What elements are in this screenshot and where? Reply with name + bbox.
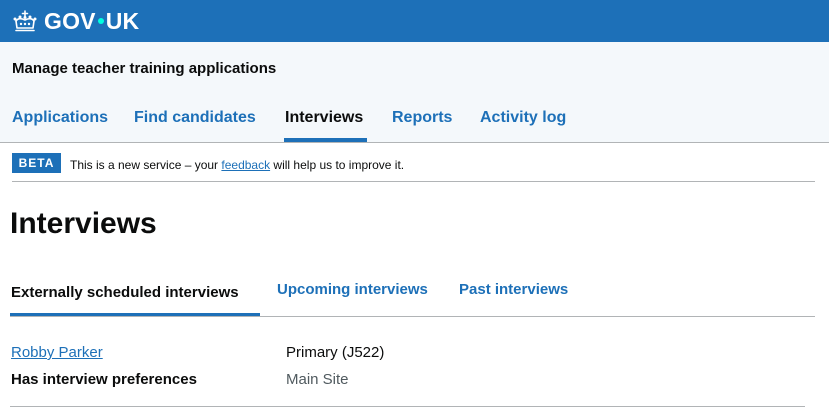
service-navigation: Manage teacher training applications App…: [0, 42, 829, 143]
subtab-divider: [10, 316, 815, 317]
govuk-logo[interactable]: GOV UK: [44, 7, 139, 35]
nav-item-find-candidates[interactable]: Find candidates: [134, 108, 256, 128]
crown-icon[interactable]: [12, 9, 38, 33]
nav-active-indicator: [284, 138, 367, 142]
feedback-link[interactable]: feedback: [221, 158, 270, 172]
nav-item-reports[interactable]: Reports: [392, 108, 452, 128]
tab-past-interviews[interactable]: Past interviews: [459, 280, 568, 300]
course-name: Primary (J522): [286, 344, 385, 361]
beta-tag: BETA: [12, 153, 61, 173]
nav-item-applications[interactable]: Applications: [12, 108, 108, 128]
row-divider: [10, 406, 805, 407]
page-title: Interviews: [10, 207, 157, 240]
service-name: Manage teacher training applications: [12, 60, 277, 77]
govuk-header: GOV UK: [0, 0, 829, 42]
tab-externally-scheduled-interviews[interactable]: Externally scheduled interviews: [11, 283, 239, 303]
beta-text-before: This is a new service – your: [70, 158, 222, 172]
beta-divider: [12, 181, 815, 182]
tab-upcoming-interviews[interactable]: Upcoming interviews: [277, 280, 428, 300]
nav-item-interviews[interactable]: Interviews: [285, 108, 363, 128]
candidate-link[interactable]: Robby Parker: [11, 344, 103, 362]
nav-item-activity-log[interactable]: Activity log: [480, 108, 566, 128]
site-name: Main Site: [286, 371, 349, 388]
beta-text-after: will help us to improve it.: [270, 158, 405, 172]
logo-text-uk: UK: [105, 8, 140, 34]
interview-status: Has interview preferences: [11, 371, 197, 388]
logo-text-gov: GOV: [44, 8, 96, 34]
beta-banner-text: This is a new service – your feedback wi…: [70, 157, 404, 173]
logo-dot: [97, 17, 104, 24]
